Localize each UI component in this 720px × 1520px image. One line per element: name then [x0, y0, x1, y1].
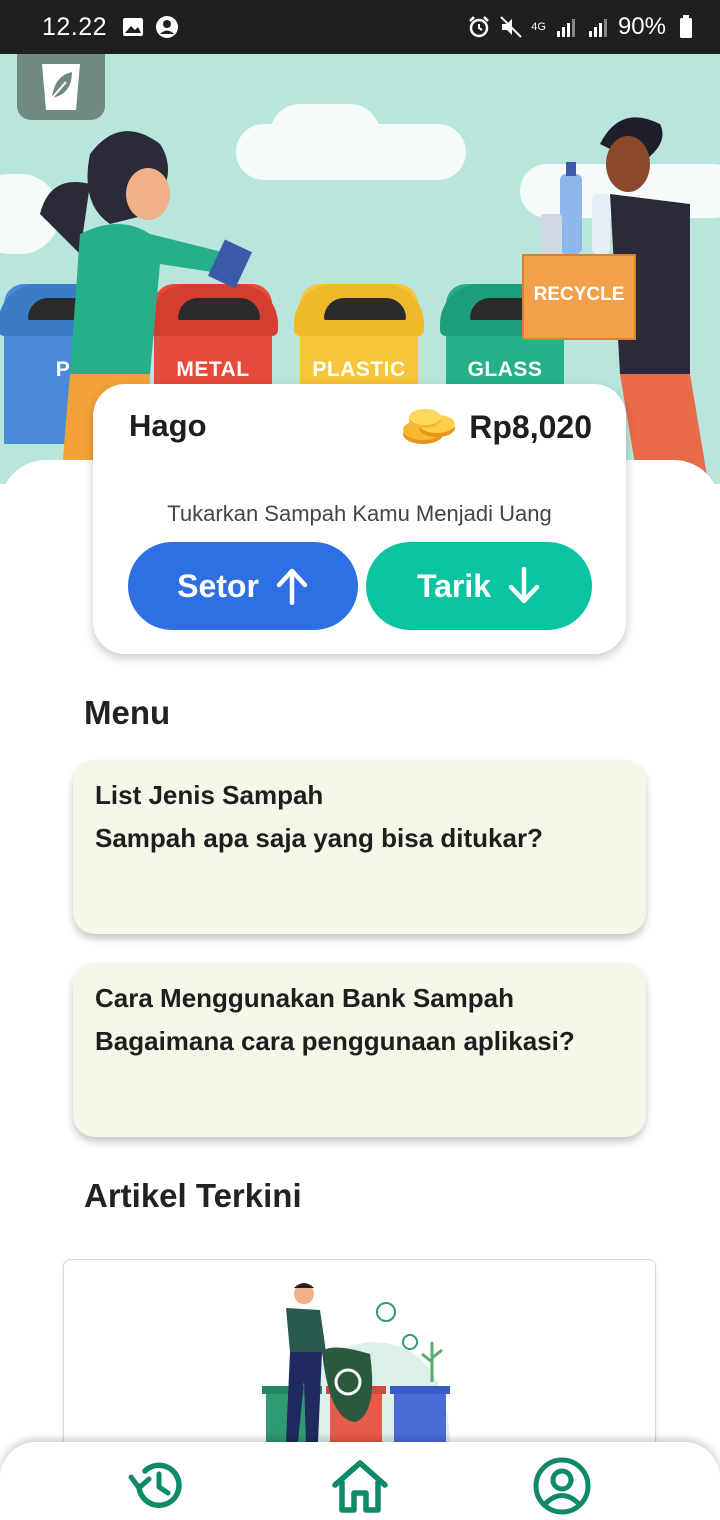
nav-profile-button[interactable]	[530, 1454, 594, 1518]
menu-card-title: Cara Menggunakan Bank Sampah	[95, 983, 514, 1013]
battery-icon	[674, 15, 698, 39]
battery-percent: 90%	[617, 13, 666, 40]
menu-card-title: List Jenis Sampah	[95, 780, 324, 810]
history-icon	[128, 1462, 182, 1508]
articles-section-title: Artikel Terkini	[84, 1177, 302, 1214]
signal-icon-2	[586, 15, 610, 39]
app-logo	[17, 54, 105, 120]
home-icon	[332, 1460, 388, 1513]
user-name: Hago	[129, 408, 207, 443]
coins-icon	[403, 409, 456, 444]
bottom-navigation	[0, 1442, 720, 1520]
account-icon	[155, 15, 179, 39]
status-bar: 12.22 4G 90%	[0, 0, 720, 54]
arrow-down-icon	[508, 567, 540, 604]
profile-icon	[533, 1457, 591, 1515]
card-tagline: Tukarkan Sampah Kamu Menjadi Uang	[167, 501, 552, 526]
setor-button[interactable]: Setor	[128, 542, 358, 630]
setor-label: Setor	[177, 567, 259, 604]
bottles-icon	[540, 162, 610, 254]
article-image	[262, 1283, 450, 1452]
network-type: 4G	[531, 20, 546, 33]
menu-card-cara-menggunakan[interactable]: Cara Menggunakan Bank Sampah Bagaimana c…	[73, 963, 646, 1137]
menu-section-title: Menu	[84, 694, 171, 731]
arrow-up-icon	[276, 568, 308, 605]
balance-amount: Rp8,020	[469, 408, 592, 445]
balance-display: Rp8,020	[401, 406, 592, 448]
trash-leaf-icon	[42, 64, 80, 110]
signal-icon	[554, 15, 578, 39]
cloud	[270, 104, 380, 164]
menu-card-subtitle: Bagaimana cara penggunaan aplikasi?	[95, 1026, 575, 1056]
gallery-icon	[121, 15, 145, 39]
alarm-icon	[467, 15, 491, 39]
nav-history-button[interactable]	[126, 1454, 190, 1518]
menu-card-subtitle: Sampah apa saja yang bisa ditukar?	[95, 823, 543, 853]
recycle-box: RECYCLE	[522, 254, 636, 340]
tarik-label: Tarik	[416, 567, 492, 604]
nav-home-button[interactable]	[328, 1454, 392, 1518]
mute-icon	[499, 15, 523, 39]
tarik-button[interactable]: Tarik	[366, 542, 592, 630]
status-time: 12.22	[42, 12, 108, 41]
balance-card: Hago Rp8,020 Tukarkan Sampah Kamu Menjad…	[93, 384, 626, 654]
menu-card-list-jenis-sampah[interactable]: List Jenis Sampah Sampah apa saja yang b…	[73, 760, 646, 934]
